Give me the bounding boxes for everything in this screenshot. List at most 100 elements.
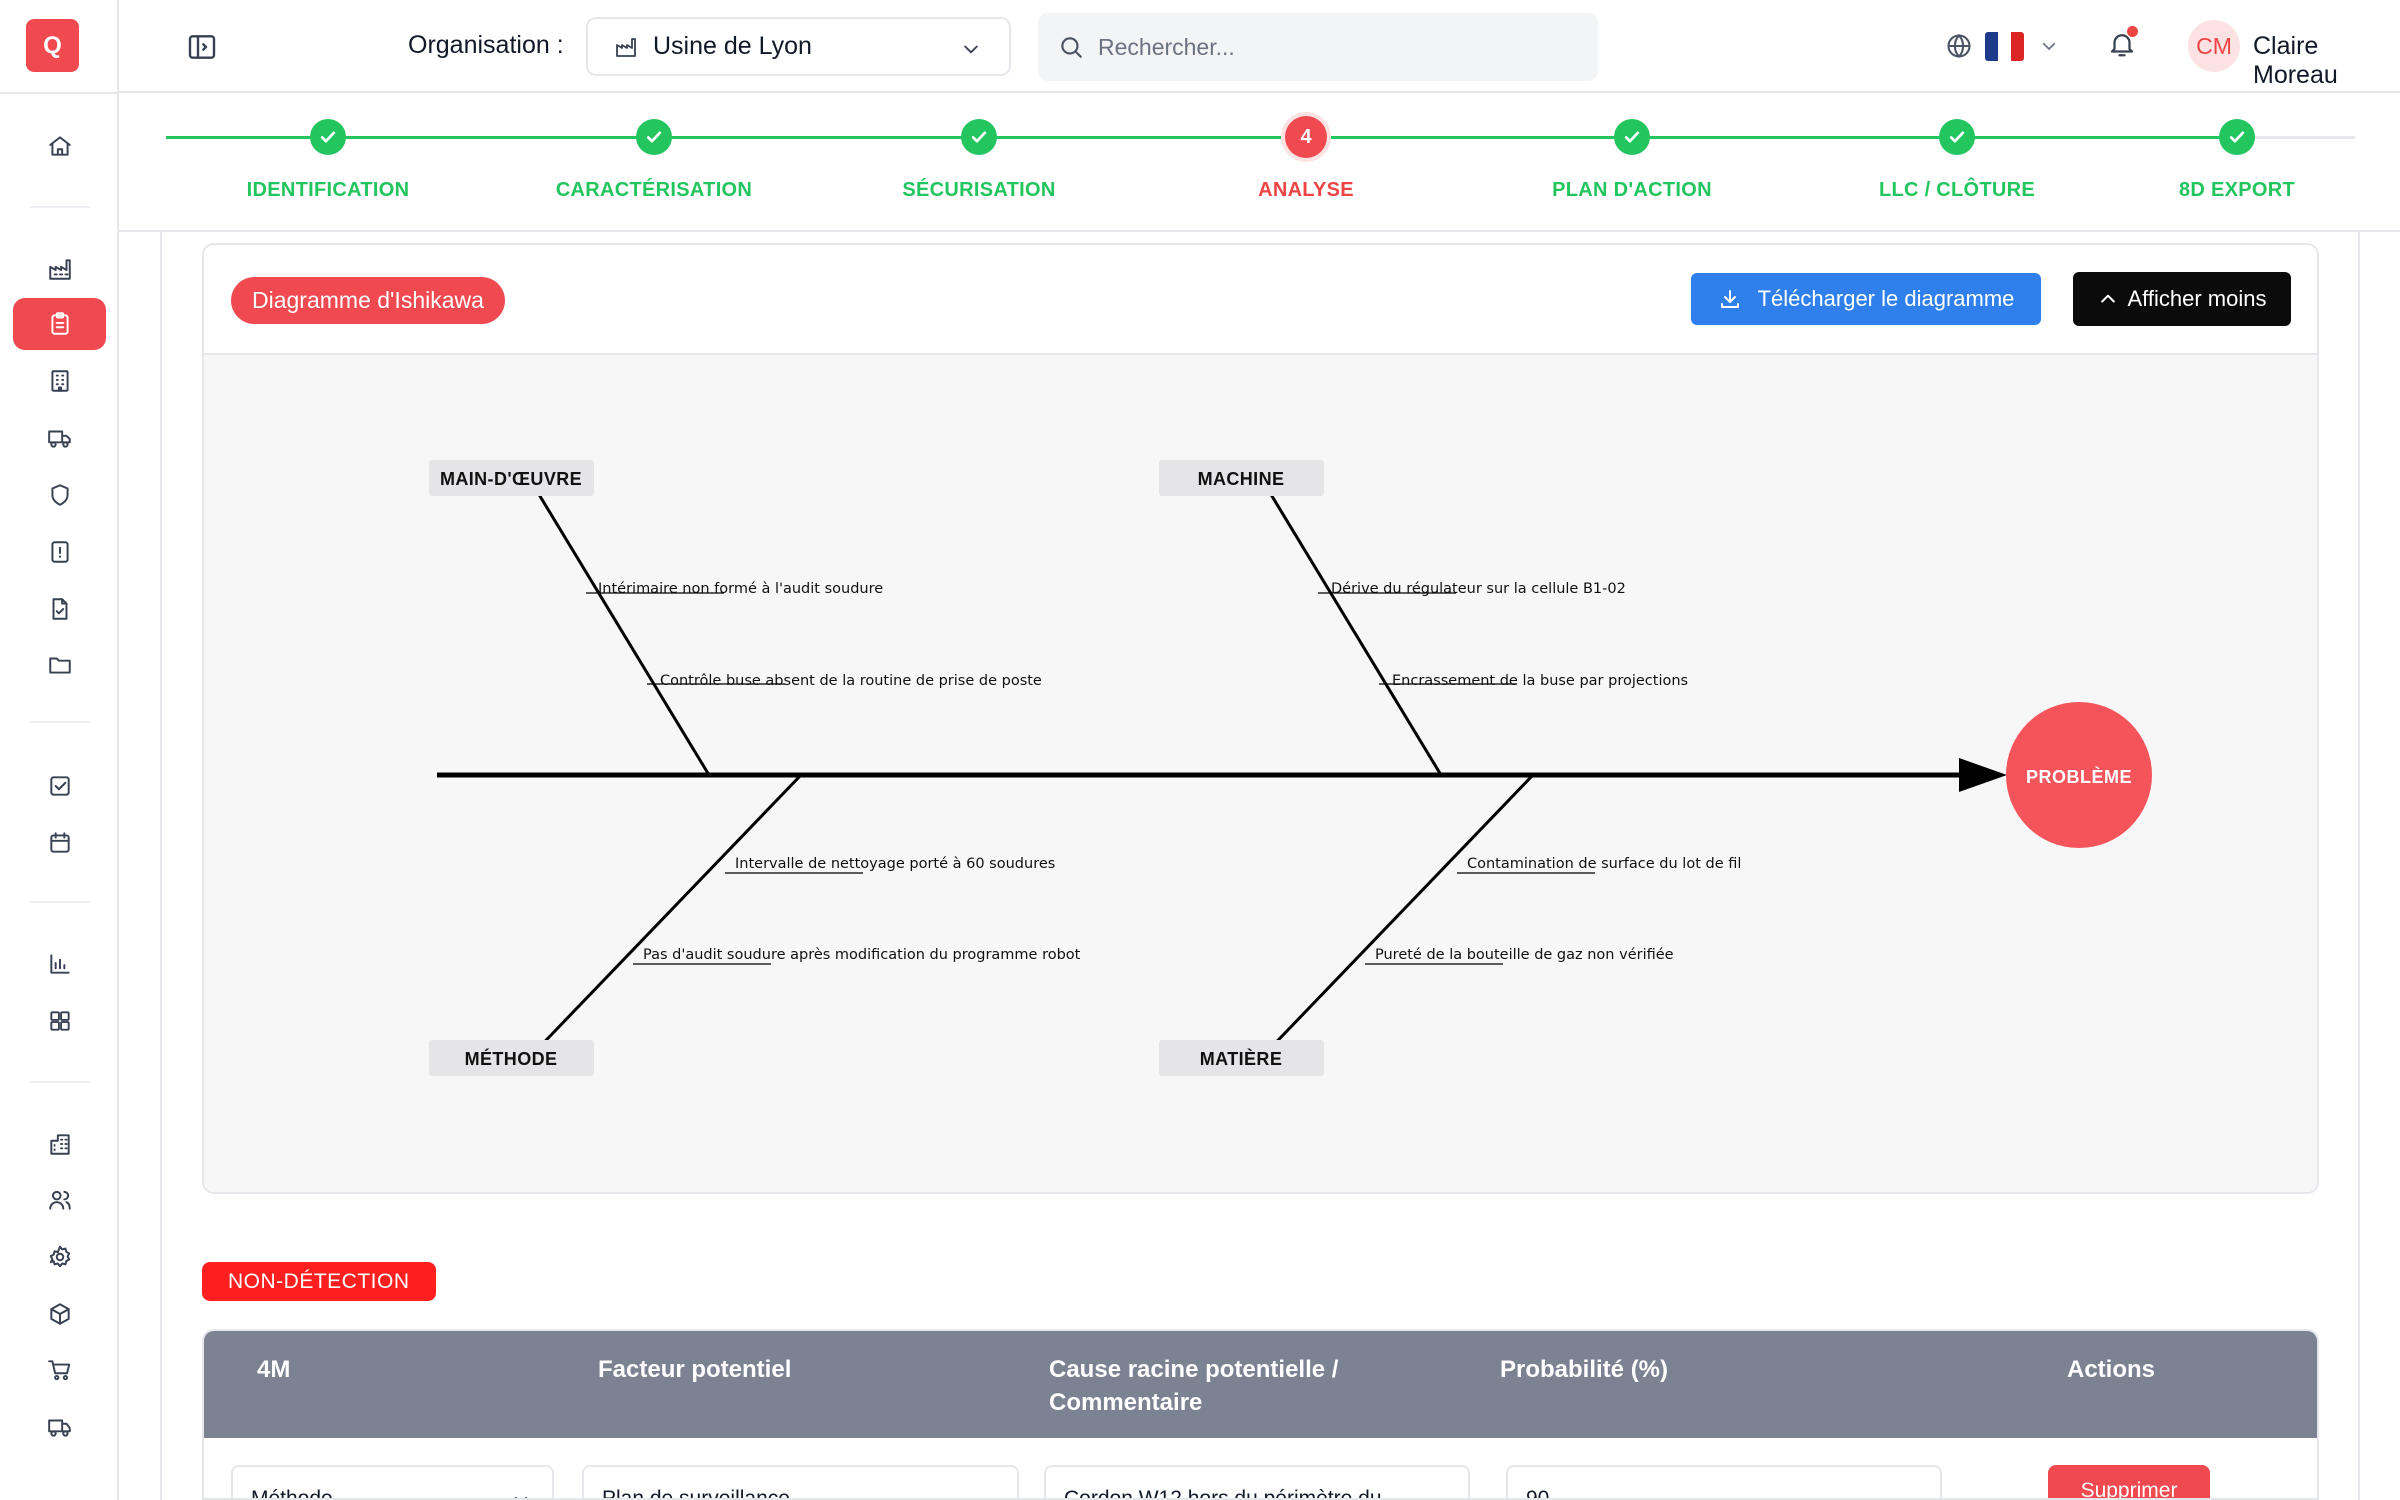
sidebar-item-shield[interactable] — [13, 469, 106, 521]
category-bone — [527, 773, 803, 1060]
search-box — [1038, 13, 1598, 81]
sidebar-item-truck[interactable] — [13, 412, 106, 464]
step-4[interactable]: 4 ANALYSE — [1156, 93, 1456, 232]
notifications-button[interactable] — [2107, 26, 2141, 63]
ishikawa-card: Diagramme d'Ishikawa Télécharger le diag… — [202, 243, 2319, 1194]
french-flag-icon — [1985, 31, 2024, 61]
sidebar-item-file-check[interactable] — [13, 583, 106, 635]
sidebar-item-alert-file[interactable] — [13, 526, 106, 578]
calendar-icon — [49, 832, 70, 853]
sidebar-item-clipboard[interactable] — [13, 298, 106, 350]
user-name[interactable]: Claire Moreau — [2253, 32, 2400, 90]
check-icon — [2219, 119, 2255, 155]
cause-label: Dérive du régulateur sur la cellule B1-0… — [1331, 581, 1626, 597]
building-icon — [50, 370, 69, 392]
sidebar-item-reports[interactable] — [13, 938, 106, 990]
search-input[interactable] — [1098, 33, 1578, 61]
avatar[interactable]: CM — [2188, 20, 2240, 72]
check-icon — [636, 119, 672, 155]
cause-label: Pureté de la bouteille de gaz non vérifi… — [1375, 947, 1674, 963]
4m-select[interactable]: Méthode — [231, 1465, 554, 1500]
sidebar-item-building[interactable] — [13, 355, 106, 407]
sidebar-item-tasks[interactable] — [13, 760, 106, 812]
checkbox-icon — [49, 776, 70, 796]
step-label: IDENTIFICATION — [246, 179, 410, 201]
organisation-select[interactable]: Usine de Lyon — [586, 17, 1011, 76]
sidebar-item-dashboard[interactable] — [13, 995, 106, 1047]
column-header-factor: Facteur potentiel — [598, 1356, 792, 1383]
sidebar-separator — [30, 901, 90, 903]
step-6[interactable]: LLC / CLÔTURE — [1807, 93, 2107, 232]
step-7[interactable]: 8D EXPORT — [2087, 93, 2387, 232]
column-header-4m: 4M — [257, 1356, 291, 1383]
step-label: ANALYSE — [1258, 179, 1354, 201]
file-check-icon — [52, 598, 67, 620]
step-label: LLC / CLÔTURE — [1878, 179, 2036, 201]
column-header-actions: Actions — [2067, 1356, 2156, 1383]
column-header-cause: Cause racine potentielle / Commentaire — [1049, 1356, 1339, 1416]
language-selector[interactable] — [1945, 28, 2058, 64]
4m-value: Méthode — [251, 1487, 333, 1500]
probability-input[interactable]: 90 — [1506, 1465, 1942, 1498]
chevron-down-icon — [2042, 42, 2056, 50]
cause-input[interactable]: Cordon W12 hors du périmètre du — [1044, 1465, 1470, 1498]
sidebar-item-calendar[interactable] — [13, 817, 106, 869]
chevron-up-icon — [2100, 294, 2115, 303]
step-label: PLAN D'ACTION — [1552, 179, 1712, 201]
category-label: MATIÈRE — [1200, 1048, 1282, 1069]
sidebar-item-home[interactable] — [13, 120, 106, 172]
step-1[interactable]: IDENTIFICATION — [178, 93, 478, 232]
download-diagram-label: Télécharger le diagramme — [1757, 286, 2015, 311]
step-5[interactable]: PLAN D'ACTION — [1482, 93, 1782, 232]
category-label: MAIN-D'ŒUVRE — [440, 469, 582, 489]
sidebar-item-folder[interactable] — [13, 639, 106, 691]
sidebar-item-delivery[interactable] — [13, 1401, 106, 1453]
cause-label: Contamination de surface du lot de fil — [1467, 856, 1741, 872]
check-icon — [961, 119, 997, 155]
sidebar: Q — [0, 0, 119, 1500]
show-less-button[interactable]: Afficher moins — [2073, 272, 2291, 326]
sidebar-item-sites[interactable] — [13, 1118, 106, 1170]
sidebar-item-products[interactable] — [13, 1288, 106, 1340]
shield-icon — [50, 484, 69, 506]
ishikawa-diagram: PROBLÈME MAIN-D'ŒUVRE Intérimaire non form… — [429, 460, 2152, 1076]
notification-dot — [2127, 26, 2138, 37]
sidebar-item-users[interactable] — [13, 1174, 106, 1226]
truck-icon — [47, 430, 71, 448]
delete-button[interactable]: Supprimer — [2048, 1465, 2210, 1498]
step-label: CARACTÉRISATION — [555, 179, 753, 201]
toggle-sidebar-button[interactable] — [185, 30, 219, 64]
clipboard-icon — [50, 312, 69, 335]
download-diagram-button[interactable]: Télécharger le diagramme — [1691, 273, 2041, 325]
app-logo[interactable]: Q — [26, 19, 79, 72]
non-detection-table: 4M Facteur potentiel Cause racine potent… — [202, 1329, 2319, 1500]
cause-label: Encrassement de la buse par projections — [1392, 673, 1688, 689]
non-detection-badge: NON-DÉTECTION — [202, 1262, 436, 1301]
step-2[interactable]: CARACTÉRISATION — [504, 93, 804, 232]
sidebar-toggle-icon — [188, 35, 216, 59]
content-border — [2358, 232, 2360, 1500]
delivery-truck-icon — [47, 1419, 71, 1437]
search-icon — [1061, 37, 1082, 58]
category-bone — [1259, 477, 1443, 776]
sidebar-item-settings[interactable] — [13, 1231, 106, 1283]
step-3[interactable]: SÉCURISATION — [829, 93, 1129, 232]
chevron-down-icon — [514, 1496, 528, 1498]
show-less-label: Afficher moins — [2127, 286, 2267, 311]
table-header: 4M Facteur potentiel Cause racine potent… — [204, 1331, 2317, 1438]
globe-icon — [1947, 34, 1971, 58]
factor-input[interactable]: Plan de surveillance — [582, 1465, 1019, 1498]
folder-icon — [48, 657, 71, 674]
category-label: MACHINE — [1198, 469, 1285, 489]
progress-stepper: IDENTIFICATION CARACTÉRISATION SÉCURISATIO… — [119, 93, 2400, 232]
diagram-area: PROBLÈME MAIN-D'ŒUVRE Intérimaire non form… — [204, 355, 2317, 1192]
download-icon — [1720, 290, 1739, 308]
sidebar-item-factory[interactable] — [13, 243, 106, 295]
check-icon — [1614, 119, 1650, 155]
cause-label: Contrôle buse absent de la routine de pr… — [660, 673, 1042, 689]
sidebar-divider — [0, 92, 119, 94]
sidebar-item-purchases[interactable] — [13, 1344, 106, 1396]
step-number-badge: 4 — [1285, 116, 1327, 158]
problem-label: PROBLÈME — [2026, 766, 2132, 787]
check-icon — [1939, 119, 1975, 155]
